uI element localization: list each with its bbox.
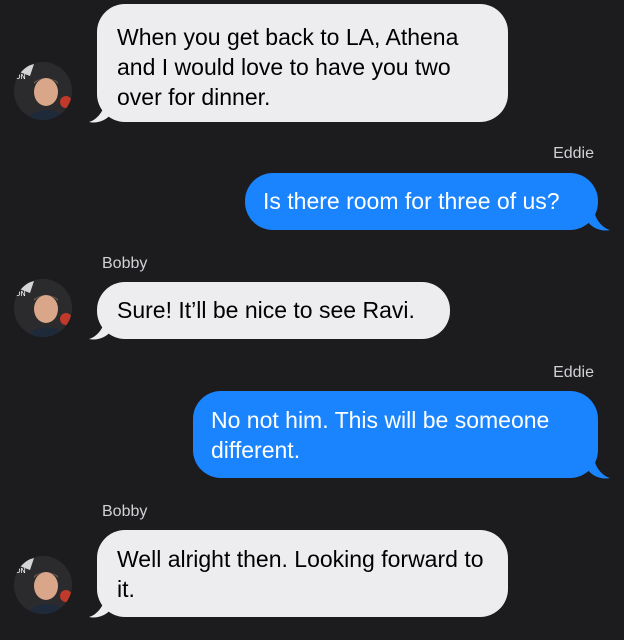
sender-name: Eddie <box>553 364 594 381</box>
bubble-tail <box>89 100 111 123</box>
message-text: Sure! It’ll be nice to see Ravi. <box>117 297 415 323</box>
incoming-message-bubble[interactable]: Sure! It’ll be nice to see Ravi. <box>97 282 450 339</box>
message-text: Is there room for three of us? <box>263 188 560 214</box>
message-text: Well alright then. Looking forward to it… <box>117 546 484 602</box>
outgoing-message-bubble[interactable]: No not him. This will be someone differe… <box>193 391 598 478</box>
svg-text:ON: ON <box>15 290 26 298</box>
contact-photo-icon: ON <box>14 62 72 120</box>
contact-avatar[interactable]: ON <box>14 556 72 614</box>
svg-text:ON: ON <box>15 73 26 81</box>
bubble-tail <box>588 456 610 479</box>
message-text: No not him. This will be someone differe… <box>211 407 550 463</box>
incoming-message-bubble[interactable]: Well alright then. Looking forward to it… <box>97 530 508 617</box>
contact-photo-icon: ON <box>14 556 72 614</box>
message-text: When you get back to LA, Athena and I wo… <box>117 24 459 110</box>
contact-photo-icon: ON <box>14 279 72 337</box>
bubble-tail <box>588 208 610 231</box>
outgoing-message-bubble[interactable]: Is there room for three of us? <box>245 173 598 230</box>
bubble-tail <box>89 317 111 340</box>
bubble-tail <box>89 595 111 618</box>
sender-name: Eddie <box>553 145 594 162</box>
sender-name: Bobby <box>102 255 148 272</box>
sender-name: Bobby <box>102 503 148 520</box>
contact-avatar[interactable]: ON <box>14 62 72 120</box>
incoming-message-bubble[interactable]: When you get back to LA, Athena and I wo… <box>97 4 508 122</box>
contact-avatar[interactable]: ON <box>14 279 72 337</box>
svg-text:ON: ON <box>15 567 26 575</box>
